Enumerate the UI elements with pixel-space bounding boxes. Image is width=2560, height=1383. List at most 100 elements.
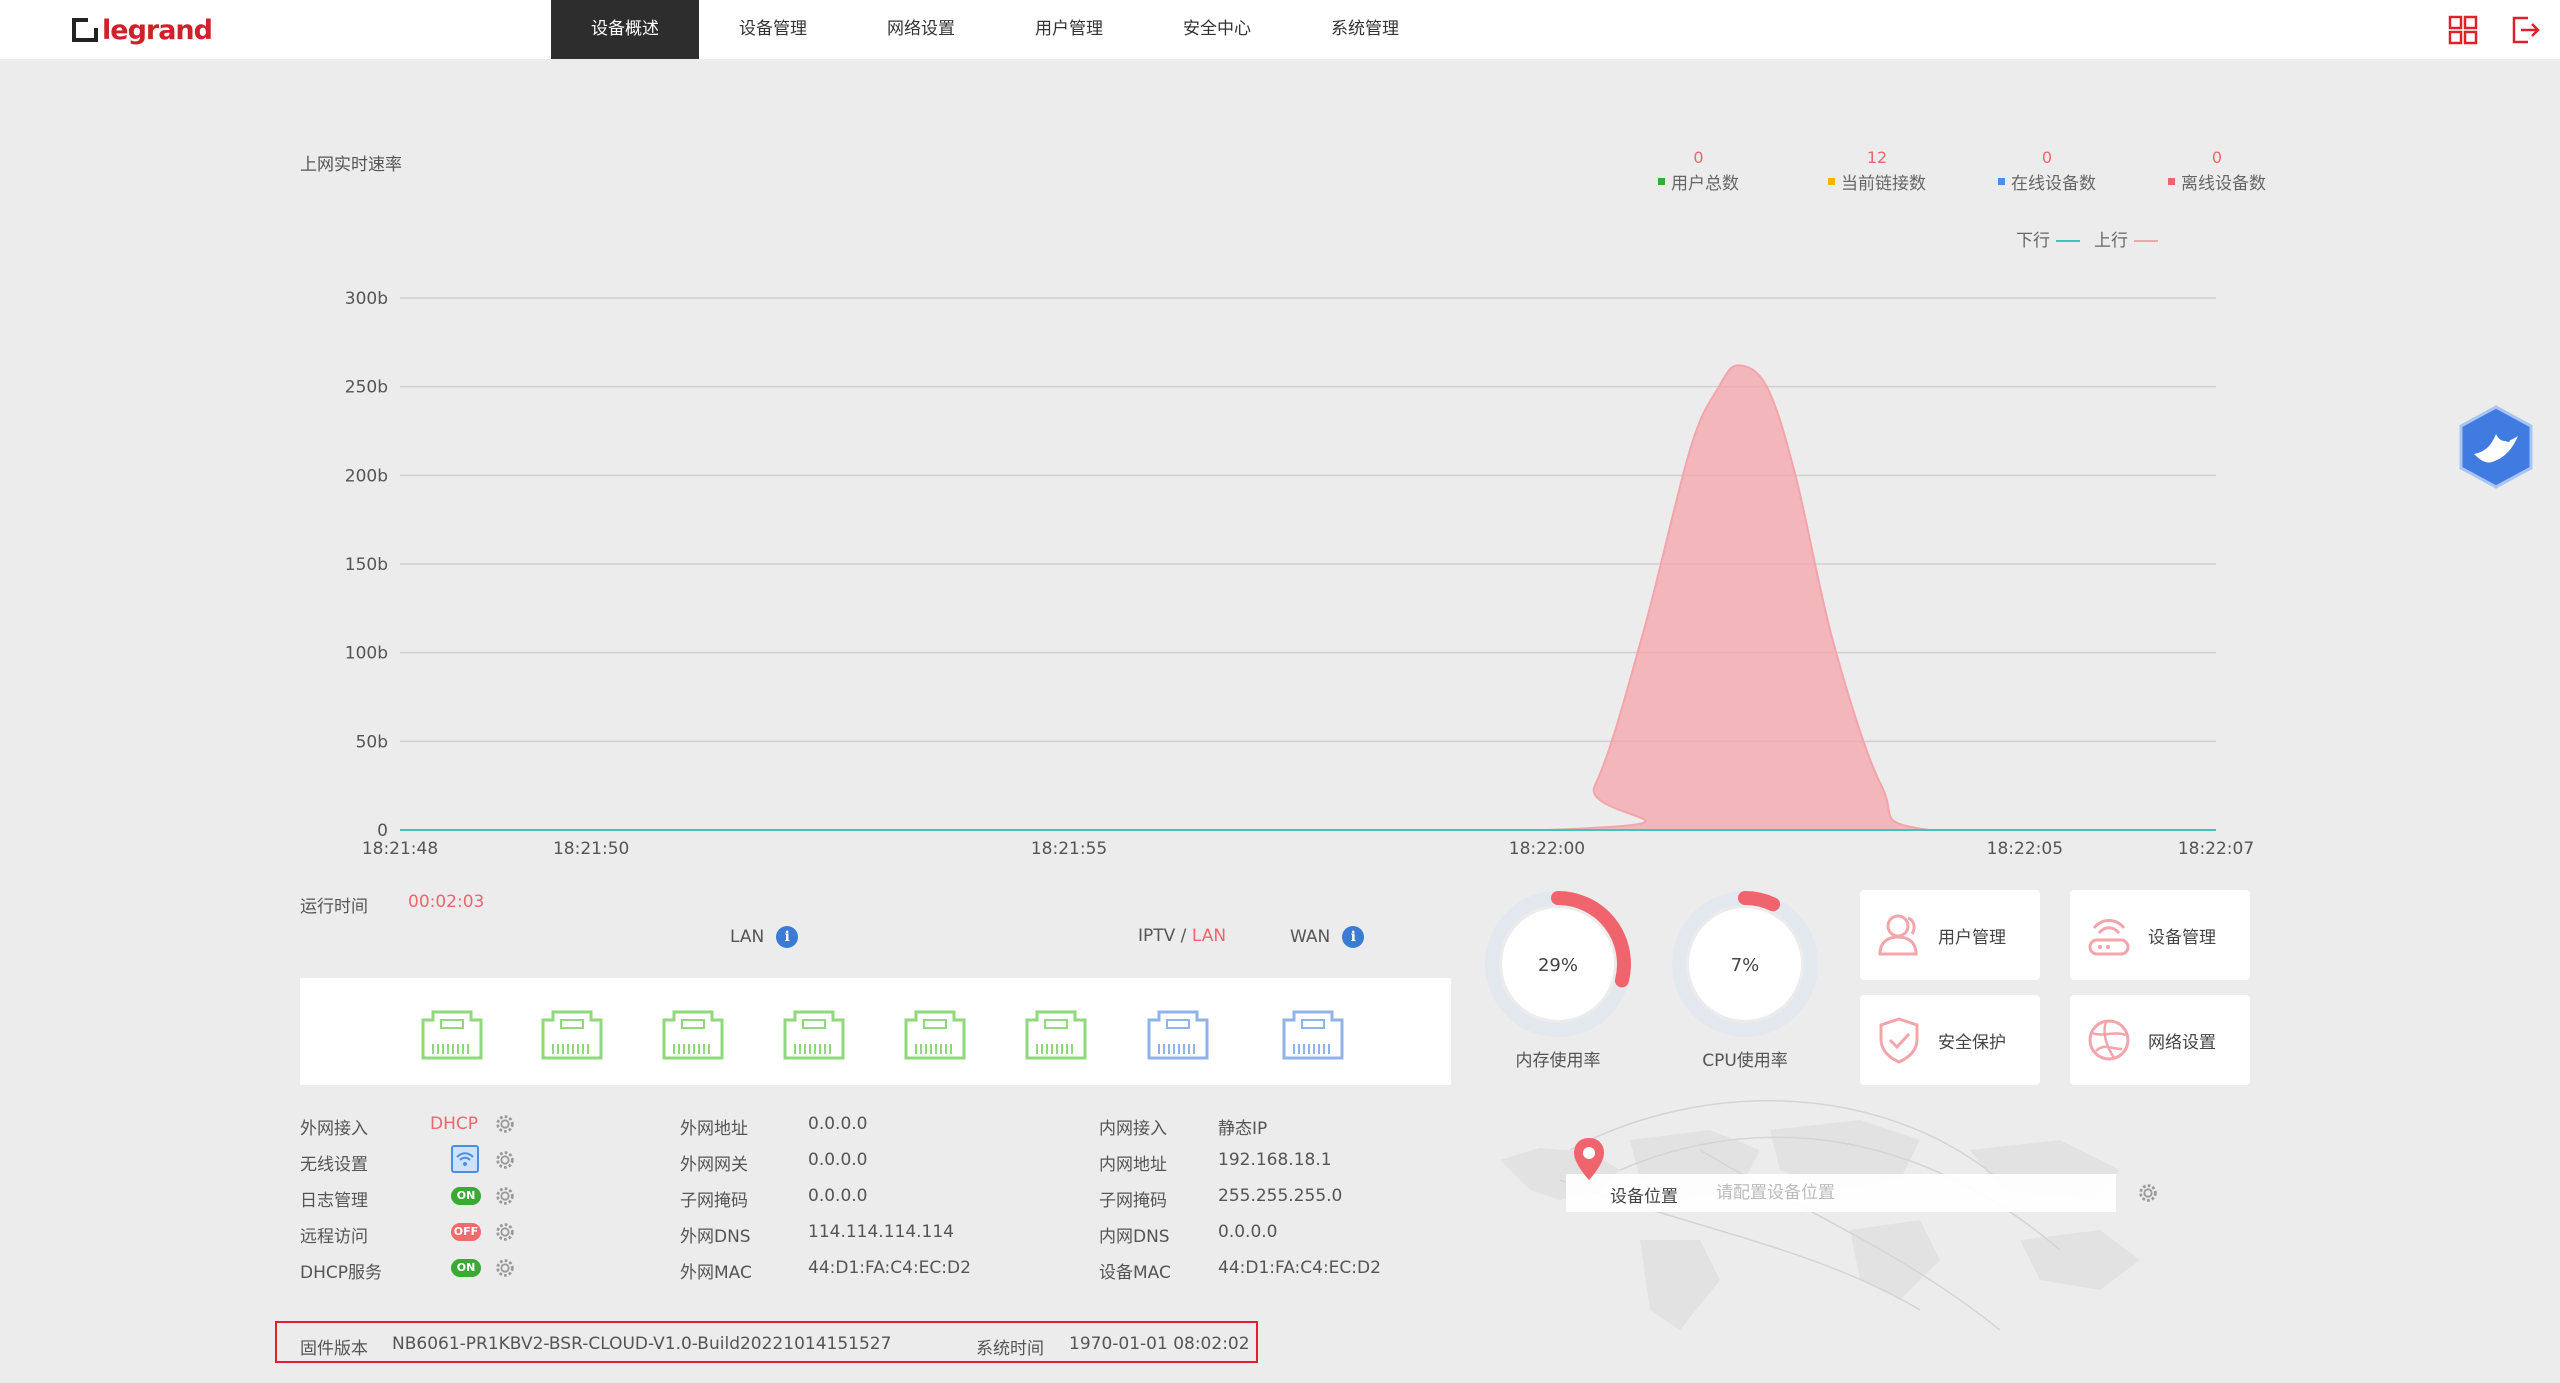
wan-access-gear-icon[interactable] <box>494 1113 516 1135</box>
lan-info-value: 静态IP <box>1218 1119 1268 1139</box>
wifi-toggle[interactable] <box>451 1145 479 1173</box>
x-tick-label: 18:21:55 <box>1031 839 1107 859</box>
speed-chart: 0 50b 100b 150b 200b 250b 300b 18:21:48 18:21:50… <box>345 289 2254 859</box>
lan-header: LAN i <box>730 926 799 948</box>
globe-icon <box>2088 1019 2130 1061</box>
y-tick-label: 0 <box>377 821 388 841</box>
x-tick-label: 18:22:00 <box>1509 839 1585 859</box>
remote-access-label: 远程访问 <box>300 1227 368 1247</box>
lan-info-label: 子网掩码 <box>1099 1191 1167 1211</box>
cpu-gauge-arc <box>1738 891 1781 912</box>
tile-security-protection[interactable]: 安全保护 <box>1860 995 2040 1085</box>
x-tick-label: 18:22:07 <box>2178 839 2254 859</box>
wan-port-icon[interactable] <box>1278 1008 1348 1062</box>
tile-label: 设备管理 <box>2148 927 2216 948</box>
remote-access-gear-icon[interactable] <box>494 1221 516 1243</box>
lan-info-label: 内网DNS <box>1099 1227 1170 1247</box>
wan-info-label: 外网DNS <box>680 1227 751 1247</box>
lan-label: LAN <box>730 927 765 947</box>
tile-label: 网络设置 <box>2148 1032 2216 1053</box>
tile-label: 安全保护 <box>1938 1032 2006 1053</box>
cpu-usage-gauge: 7% <box>1672 891 1818 1037</box>
y-tick-label: 150b <box>345 555 388 575</box>
firmware-value: NB6061-PR1KBV2-BSR-CLOUD-V1.0-Build20221… <box>392 1334 892 1354</box>
tile-device-management[interactable]: 设备管理 <box>2070 890 2250 980</box>
wan-info-value: 114.114.114.114 <box>808 1222 955 1242</box>
cpu-usage-label: CPU使用率 <box>1702 1051 1788 1071</box>
iptv-lan-label: LAN <box>1191 926 1227 946</box>
memory-usage-gauge: 29% <box>1485 891 1631 1037</box>
wan-label: WAN <box>1290 927 1331 947</box>
ports-panel <box>300 978 1451 1085</box>
wan-info-value: 0.0.0.0 <box>808 1114 868 1134</box>
tile-user-management[interactable]: 用户管理 <box>1860 890 2040 980</box>
x-tick-label: 18:22:05 <box>1987 839 2063 859</box>
shield-icon <box>1879 1017 1919 1064</box>
wan-access-label: 外网接入 <box>300 1119 368 1139</box>
map-pin-icon <box>1574 1138 1604 1180</box>
dhcp-gear-icon[interactable] <box>494 1257 516 1279</box>
x-tick-label: 18:21:48 <box>362 839 438 859</box>
x-tick-label: 18:21:50 <box>553 839 629 859</box>
wan-header: WAN i <box>1290 926 1365 948</box>
lan-port-icon[interactable] <box>658 1008 728 1062</box>
log-label: 日志管理 <box>300 1191 368 1211</box>
lan-port-icon[interactable] <box>779 1008 849 1062</box>
lan-info-label: 内网地址 <box>1099 1155 1167 1175</box>
iptv-label: IPTV / LAN <box>1138 926 1226 946</box>
cpu-gauge-text: 7% <box>1731 955 1760 976</box>
bird-assistant-icon[interactable] <box>2456 404 2536 490</box>
location-input[interactable] <box>1716 1176 2096 1210</box>
wan-info-value: 0.0.0.0 <box>808 1150 868 1170</box>
lan-info-value: 0.0.0.0 <box>1218 1222 1278 1242</box>
location-gear-icon[interactable] <box>2137 1182 2159 1204</box>
upload-area <box>400 365 2216 830</box>
wan-info-value: 0.0.0.0 <box>808 1186 868 1206</box>
lan-info-value: 44:D1:FA:C4:EC:D2 <box>1218 1258 1381 1278</box>
system-time-value: 1970-01-01 08:02:02 <box>1069 1334 1250 1354</box>
log-gear-icon[interactable] <box>494 1185 516 1207</box>
system-time-label: 系统时间 <box>976 1339 1044 1359</box>
lan-info-icon[interactable]: i <box>776 926 799 948</box>
iptv-port-icon[interactable] <box>1143 1008 1213 1062</box>
y-tick-label: 250b <box>345 378 388 398</box>
lan-info-label: 内网接入 <box>1099 1119 1167 1139</box>
uptime-label: 运行时间 <box>300 897 368 917</box>
dhcp-toggle[interactable]: ON <box>451 1259 481 1277</box>
log-toggle[interactable]: ON <box>451 1187 481 1205</box>
tile-network-settings[interactable]: 网络设置 <box>2070 995 2250 1085</box>
y-tick-label: 100b <box>345 644 388 664</box>
wan-info-icon[interactable]: i <box>1342 926 1365 948</box>
y-tick-label: 50b <box>356 732 388 752</box>
lan-port-icon[interactable] <box>537 1008 607 1062</box>
y-tick-label: 200b <box>345 466 388 486</box>
wan-info-label: 外网MAC <box>680 1263 752 1283</box>
y-tick-label: 300b <box>345 289 388 309</box>
lan-port-icon[interactable] <box>417 1008 487 1062</box>
wan-info-label: 外网网关 <box>680 1155 748 1175</box>
user-icon <box>1878 914 1918 956</box>
lan-port-icon[interactable] <box>1021 1008 1091 1062</box>
memory-usage-label: 内存使用率 <box>1515 1051 1601 1071</box>
lan-port-icon[interactable] <box>900 1008 970 1062</box>
lan-info-value: 255.255.255.0 <box>1218 1186 1343 1206</box>
wan-info-label: 子网掩码 <box>680 1191 748 1211</box>
wan-info-value: 44:D1:FA:C4:EC:D2 <box>808 1258 971 1278</box>
location-label: 设备位置 <box>1610 1187 1678 1207</box>
memory-gauge-text: 29% <box>1538 955 1578 976</box>
remote-access-toggle[interactable]: OFF <box>451 1223 481 1241</box>
lan-info-value: 192.168.18.1 <box>1218 1150 1332 1170</box>
world-map-background <box>1500 1100 2140 1331</box>
wan-access-value: DHCP <box>430 1114 478 1134</box>
lan-info-label: 设备MAC <box>1099 1263 1171 1283</box>
wireless-gear-icon[interactable] <box>494 1149 516 1171</box>
tile-label: 用户管理 <box>1938 927 2006 948</box>
iptv-label-text: IPTV / <box>1138 926 1192 946</box>
wireless-label: 无线设置 <box>300 1155 368 1175</box>
wan-info-label: 外网地址 <box>680 1119 748 1139</box>
wifi-icon <box>456 1152 474 1166</box>
upload-line <box>400 364 2216 832</box>
iptv-header: IPTV / LAN <box>1138 926 1226 946</box>
uptime-value: 00:02:03 <box>408 892 485 912</box>
dhcp-service-label: DHCP服务 <box>300 1263 382 1283</box>
